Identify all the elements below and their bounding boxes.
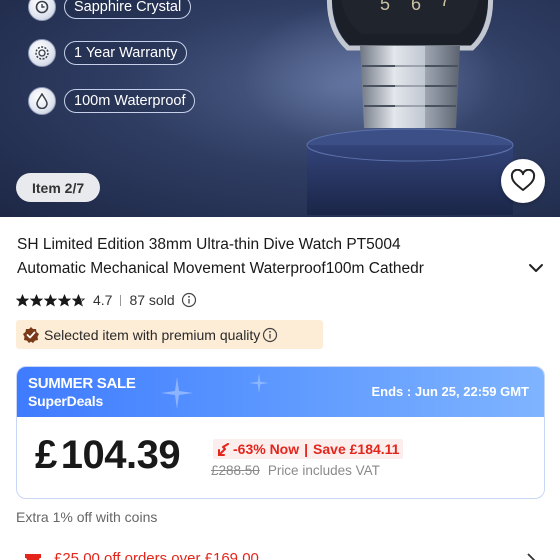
star-icon: [72, 293, 85, 307]
feature-label: Sapphire Crystal: [64, 0, 192, 19]
sold-count: 87 sold: [129, 292, 175, 308]
chevron-right-icon: [527, 553, 536, 560]
coupon-text: £25.00 off orders over £169.00: [54, 550, 259, 560]
current-price: £104.39: [35, 433, 181, 478]
wishlist-button[interactable]: [501, 159, 545, 203]
star-icon: [44, 293, 57, 307]
gear-badge-icon: [28, 39, 56, 67]
discount-divider: |: [304, 441, 309, 457]
star-icon: [16, 293, 29, 307]
sparkle-decoration: [161, 377, 193, 409]
rating-divider: [120, 294, 122, 306]
feature-warranty: 1 Year Warranty: [28, 39, 188, 67]
image-counter-badge: Item 2/7: [16, 173, 101, 202]
price-amount: 104.39: [60, 433, 181, 477]
product-title[interactable]: SH Limited Edition 38mm Ultra-thin Dive …: [17, 233, 522, 281]
info-icon[interactable]: [181, 292, 197, 308]
savings-amount: Save £184.11: [313, 441, 400, 457]
watch-product-image: 5 6 7: [306, 0, 514, 215]
feature-label: 100m Waterproof: [64, 89, 196, 113]
product-title-line2: Automatic Mechanical Movement Waterproof…: [17, 260, 424, 277]
discount-info: -63% Now | Save £184.11: [213, 439, 404, 459]
super-deals-card[interactable]: SUMMER SALE SuperDeals Ends : Jun 25, 22…: [16, 366, 545, 499]
premium-quality-text: Selected item with premium quality: [44, 326, 261, 343]
verified-badge-icon: [23, 326, 39, 343]
coupon-row[interactable]: £25.00 off orders over £169.00: [22, 547, 542, 560]
svg-text:6: 6: [411, 0, 421, 14]
feature-label: 1 Year Warranty: [64, 41, 188, 65]
sale-event-subname: SuperDeals: [28, 393, 104, 409]
premium-quality-badge[interactable]: Selected item with premium quality: [16, 320, 323, 349]
star-icon: [58, 293, 71, 307]
star-icon: [30, 293, 43, 307]
discount-percent: -63% Now: [233, 441, 300, 457]
rating-row[interactable]: 4.7 87 sold: [16, 290, 197, 310]
watch-face-icon: [28, 0, 56, 21]
sale-event-name: SUMMER SALE: [28, 375, 136, 392]
heart-outline-icon: [510, 169, 536, 191]
rating-value: 4.7: [93, 292, 113, 308]
feature-sapphire: Sapphire Crystal: [28, 0, 192, 21]
info-icon[interactable]: [262, 327, 278, 343]
chevron-down-icon[interactable]: [526, 258, 546, 278]
vat-note: Price includes VAT: [267, 463, 380, 478]
product-title-line1: SH Limited Edition 38mm Ultra-thin Dive …: [17, 236, 401, 253]
coins-discount-note[interactable]: Extra 1% off with coins: [16, 509, 157, 525]
rating-stars: [16, 293, 85, 307]
original-price-row: £288.50 Price includes VAT: [211, 463, 380, 478]
product-image-gallery[interactable]: 5 6 7 Sapphire Crystal 1 Year Warranty 1…: [0, 0, 560, 217]
sparkle-decoration: [249, 373, 269, 393]
down-arrow-icon: [218, 442, 229, 456]
water-drop-icon: [28, 87, 56, 115]
sale-end-time: Ends : Jun 25, 22:59 GMT: [371, 384, 530, 399]
coupon-icon: [25, 554, 41, 560]
original-price: £288.50: [211, 463, 260, 478]
svg-text:7: 7: [440, 0, 450, 10]
sale-banner: SUMMER SALE SuperDeals Ends : Jun 25, 22…: [17, 367, 544, 417]
svg-text:5: 5: [380, 0, 390, 14]
feature-waterproof: 100m Waterproof: [28, 87, 196, 115]
currency-symbol: £: [35, 433, 57, 477]
